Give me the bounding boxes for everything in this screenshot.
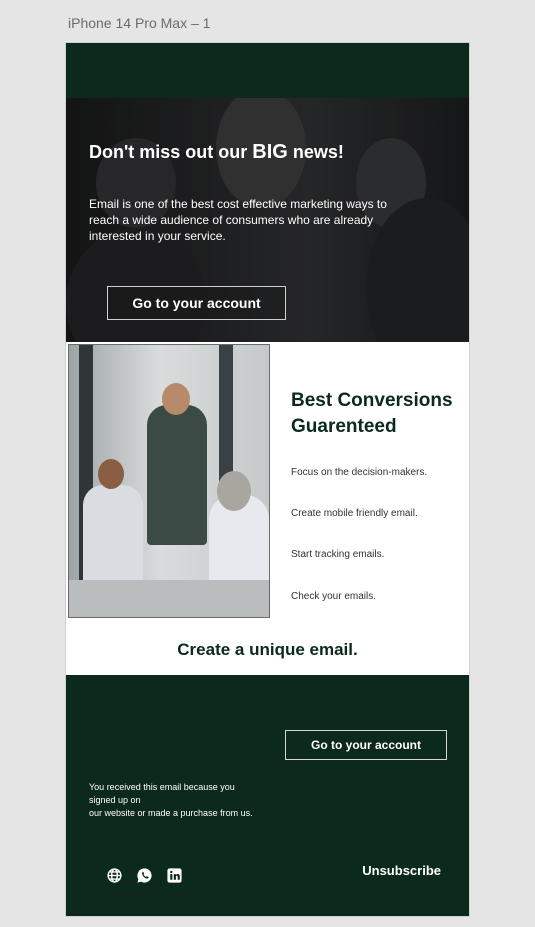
footer-note: You received this email because you sign…	[89, 782, 253, 818]
meeting-photo	[68, 344, 270, 618]
linkedin-icon[interactable]	[166, 867, 183, 884]
footer: Go to your account You received this ema…	[66, 675, 469, 916]
feature-item: Create mobile friendly email.	[291, 508, 418, 519]
hero-banner: Don't miss out our BIG news! Email is on…	[66, 98, 469, 342]
feature-item: Start tracking emails.	[291, 549, 385, 560]
artboard-label: iPhone 14 Pro Max – 1	[68, 15, 211, 31]
unsubscribe-link[interactable]: Unsubscribe	[362, 863, 441, 878]
footer-go-to-account-button[interactable]: Go to your account	[285, 730, 447, 760]
unique-email-heading: Create a unique email.	[177, 640, 358, 659]
hero-body-text: Email is one of the best cost effective …	[89, 197, 387, 243]
go-to-account-button[interactable]: Go to your account	[107, 286, 286, 320]
hero-title: Don't miss out our BIG news!	[89, 141, 344, 163]
whatsapp-icon[interactable]	[136, 867, 153, 884]
email-artboard: Don't miss out our BIG news! Email is on…	[66, 43, 469, 916]
social-links	[106, 867, 183, 884]
feature-item: Focus on the decision-makers.	[291, 467, 428, 478]
header-band	[66, 43, 469, 98]
conversions-title: Best Conversions Guarenteed	[291, 390, 453, 437]
globe-icon[interactable]	[106, 867, 123, 884]
feature-item: Check your emails.	[291, 591, 377, 602]
